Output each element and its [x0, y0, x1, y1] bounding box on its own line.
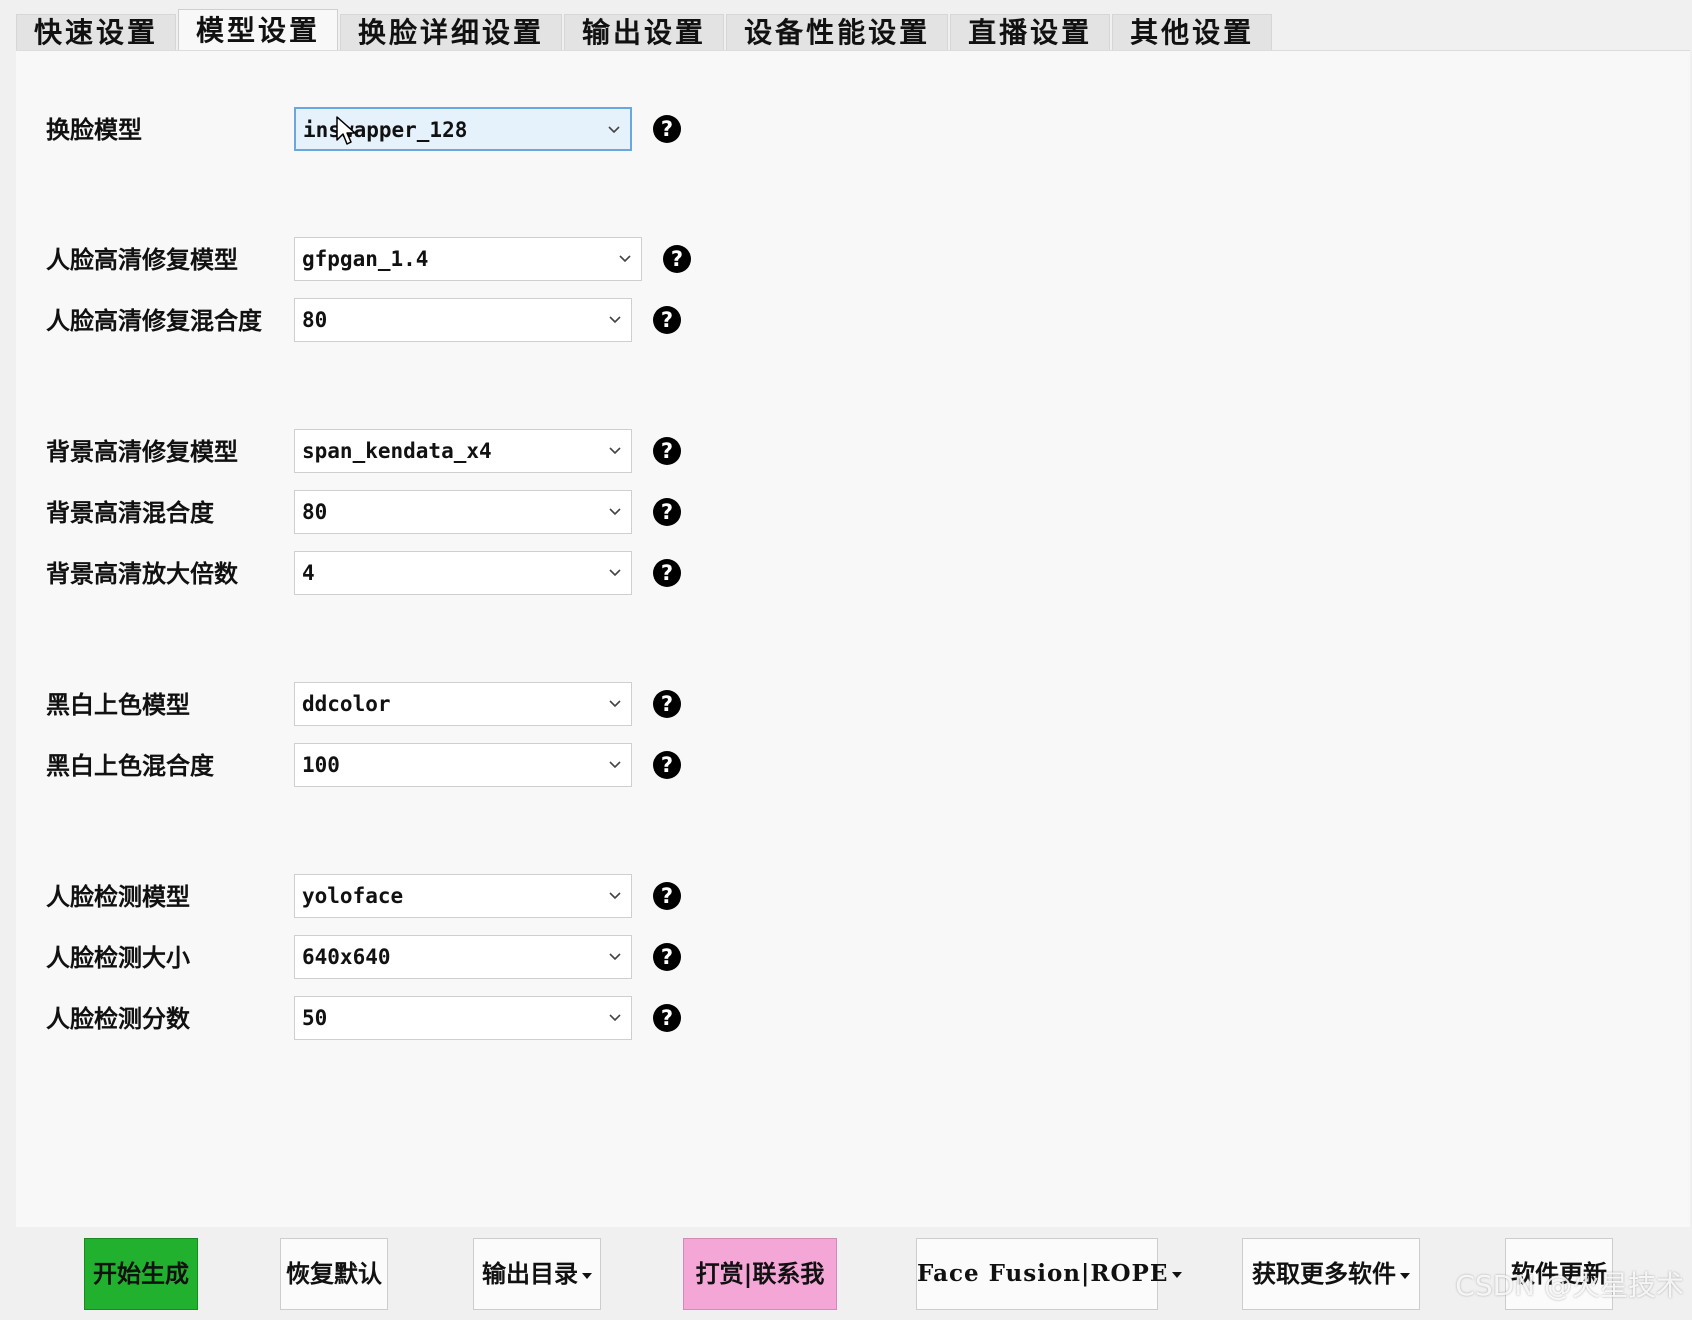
select-value: yoloface [302, 884, 404, 908]
setting-row-face-detect-size: 人脸检测大小 640x640 ? [16, 935, 796, 981]
tab-bar: 快速设置 模型设置 换脸详细设置 输出设置 设备性能设置 直播设置 其他设置 [16, 9, 1274, 51]
output-directory-label: 输出目录 [482, 1259, 578, 1288]
chevron-down-icon [609, 508, 621, 516]
face-fusion-rope-button[interactable]: Face Fusion|ROPE [916, 1238, 1183, 1310]
tab-model-settings[interactable]: 模型设置 [178, 9, 339, 51]
setting-label: 人脸高清修复模型 [46, 245, 238, 274]
tab-live-settings[interactable]: 直播设置 [950, 14, 1111, 50]
help-icon[interactable]: ? [653, 498, 681, 526]
chevron-down-icon [609, 761, 621, 769]
face-enhance-blend-select[interactable]: 80 [294, 298, 632, 342]
mouse-pointer-icon [336, 116, 356, 145]
restore-defaults-button[interactable]: 恢复默认 [280, 1238, 388, 1310]
chevron-down-icon [609, 569, 621, 577]
select-value: inswapper_128 [303, 118, 468, 142]
setting-label: 背景高清混合度 [46, 498, 214, 527]
setting-label: 黑白上色混合度 [46, 751, 214, 780]
select-value: 100 [302, 753, 340, 777]
background-enhance-model-select[interactable]: span_kendata_x4 [294, 429, 632, 473]
setting-label: 人脸检测大小 [46, 943, 190, 972]
donate-contact-button[interactable]: 打赏|联系我 [683, 1238, 837, 1310]
setting-row-background-enhance-blend: 背景高清混合度 80 ? [16, 490, 796, 536]
help-icon[interactable]: ? [653, 1004, 681, 1032]
face-detect-model-select[interactable]: yoloface [294, 874, 632, 918]
setting-row-face-detect-score: 人脸检测分数 50 ? [16, 996, 796, 1042]
setting-row-colorize-model: 黑白上色模型 ddcolor ? [16, 682, 796, 728]
select-value: 640x640 [302, 945, 391, 969]
tab-device-performance[interactable]: 设备性能设置 [726, 14, 949, 50]
help-icon[interactable]: ? [653, 437, 681, 465]
setting-label: 背景高清放大倍数 [46, 559, 238, 588]
colorize-blend-select[interactable]: 100 [294, 743, 632, 787]
tab-quick-settings[interactable]: 快速设置 [16, 14, 177, 50]
select-value: span_kendata_x4 [302, 439, 492, 463]
tab-other-settings[interactable]: 其他设置 [1112, 14, 1273, 50]
setting-label: 背景高清修复模型 [46, 437, 238, 466]
setting-label: 人脸检测模型 [46, 882, 190, 911]
setting-label: 换脸模型 [46, 115, 142, 144]
help-icon[interactable]: ? [653, 943, 681, 971]
watermark-text: CSDN @火星技术 [1455, 1269, 1684, 1302]
setting-label: 黑白上色模型 [46, 690, 190, 719]
face-detect-size-select[interactable]: 640x640 [294, 935, 632, 979]
help-icon[interactable]: ? [653, 306, 681, 334]
caret-down-icon [1400, 1272, 1410, 1279]
tab-output-settings[interactable]: 输出设置 [564, 14, 725, 50]
setting-row-face-detect-model: 人脸检测模型 yoloface ? [16, 874, 796, 920]
chevron-down-icon [609, 1014, 621, 1022]
background-upscale-factor-select[interactable]: 4 [294, 551, 632, 595]
face-fusion-rope-label: Face Fusion|ROPE [917, 1260, 1169, 1287]
chevron-down-icon [609, 447, 621, 455]
select-value: ddcolor [302, 692, 391, 716]
caret-down-icon [582, 1272, 592, 1279]
help-icon[interactable]: ? [653, 690, 681, 718]
face-enhance-model-select[interactable]: gfpgan_1.4 [294, 237, 642, 281]
chevron-down-icon [609, 953, 621, 961]
start-generate-button[interactable]: 开始生成 [84, 1238, 198, 1310]
setting-row-background-upscale-factor: 背景高清放大倍数 4 ? [16, 551, 796, 597]
setting-label: 人脸高清修复混合度 [46, 306, 262, 335]
model-settings-panel: 换脸模型 inswapper_128 ? 人脸高清修复模型 gfpgan_1.4… [16, 50, 1690, 1227]
setting-row-face-enhance-model: 人脸高清修复模型 gfpgan_1.4 ? [16, 237, 796, 283]
caret-down-icon [1172, 1272, 1183, 1278]
select-value: 80 [302, 500, 328, 524]
setting-row-colorize-blend: 黑白上色混合度 100 ? [16, 743, 796, 789]
get-more-software-button[interactable]: 获取更多软件 [1242, 1238, 1420, 1310]
get-more-software-label: 获取更多软件 [1252, 1259, 1396, 1288]
select-value: 80 [302, 308, 328, 332]
colorize-model-select[interactable]: ddcolor [294, 682, 632, 726]
face-detect-score-select[interactable]: 50 [294, 996, 632, 1040]
chevron-down-icon [619, 255, 631, 263]
tab-face-swap-details[interactable]: 换脸详细设置 [340, 14, 563, 50]
select-value: 50 [302, 1006, 328, 1030]
chevron-down-icon [609, 700, 621, 708]
setting-row-face-enhance-blend: 人脸高清修复混合度 80 ? [16, 298, 796, 344]
chevron-down-icon [608, 126, 620, 134]
select-value: gfpgan_1.4 [302, 247, 429, 271]
setting-row-face-swap-model: 换脸模型 inswapper_128 ? [16, 107, 796, 153]
help-icon[interactable]: ? [653, 882, 681, 910]
select-value: 4 [302, 561, 315, 585]
help-icon[interactable]: ? [653, 751, 681, 779]
background-enhance-blend-select[interactable]: 80 [294, 490, 632, 534]
chevron-down-icon [609, 316, 621, 324]
setting-label: 人脸检测分数 [46, 1004, 190, 1033]
output-directory-button[interactable]: 输出目录 [473, 1238, 601, 1310]
help-icon[interactable]: ? [663, 245, 691, 273]
help-icon[interactable]: ? [653, 115, 681, 143]
chevron-down-icon [609, 892, 621, 900]
setting-row-background-enhance-model: 背景高清修复模型 span_kendata_x4 ? [16, 429, 796, 475]
help-icon[interactable]: ? [653, 559, 681, 587]
